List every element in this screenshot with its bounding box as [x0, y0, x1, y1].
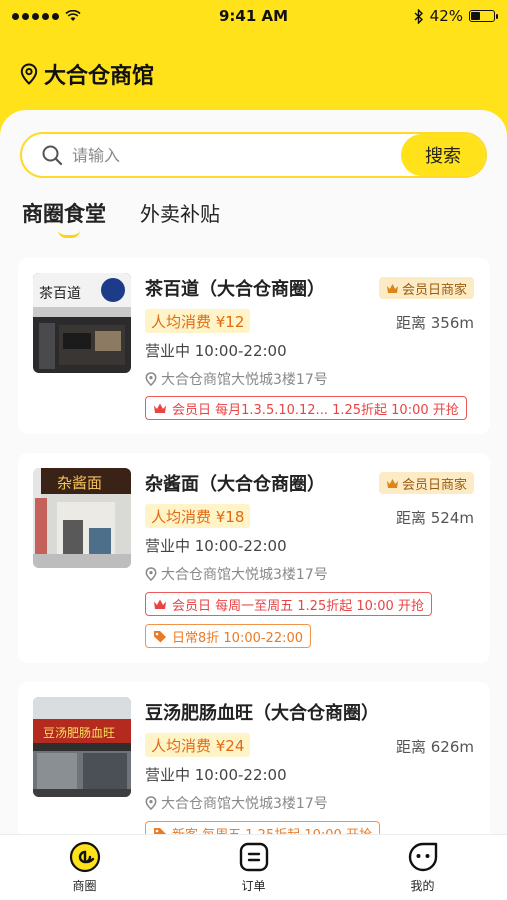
- member-day-promo[interactable]: 会员日 每月1.3.5.10.12... 1.25折起 10:00 开抢: [145, 396, 467, 420]
- average-price: 人均消费 ¥18: [145, 504, 251, 528]
- store-photo: 茶百道: [33, 273, 131, 373]
- tab-takeout-subsidy[interactable]: 外卖补贴: [140, 198, 220, 227]
- store-card[interactable]: 豆汤肥肠血旺 豆汤肥肠血旺（大合仓商圈） 人均消费 ¥24 距离 626m 营业…: [18, 682, 490, 845]
- store-address: 大合仓商馆大悦城3楼17号: [145, 564, 328, 584]
- address-pin-icon: [145, 796, 157, 810]
- vip-merchant-label: 会员日商家: [401, 477, 467, 493]
- opening-hours: 营业中 10:00-22:00: [145, 537, 287, 555]
- daily-discount-promo[interactable]: 日常8折 10:00-22:00: [145, 624, 312, 648]
- tabbar-item-profile[interactable]: 我的: [363, 841, 483, 894]
- store-name: 茶百道（大合仓商圈）: [145, 279, 325, 300]
- store-address: 大合仓商馆大悦城3楼17号: [145, 793, 328, 813]
- address-pin-icon: [145, 567, 157, 581]
- category-tabs: 商圈食堂 外卖补贴: [22, 198, 220, 238]
- search-input[interactable]: [72, 145, 401, 165]
- tag-icon: [154, 630, 166, 642]
- status-bar: 9:41 AM 42%: [0, 0, 507, 32]
- signal-icon: [12, 12, 59, 20]
- average-price: 人均消费 ¥24: [145, 733, 251, 757]
- store-address: 大合仓商馆大悦城3楼17号: [145, 369, 328, 389]
- wifi-icon: [65, 10, 81, 21]
- promo-text: 日常8折 10:00-22:00: [172, 630, 304, 646]
- svg-text:杂酱面: 杂酱面: [57, 474, 102, 492]
- tabbar-item-business-district[interactable]: 商圈: [25, 841, 145, 894]
- tab-takeout-label: 外卖补贴: [140, 202, 220, 226]
- opening-hours: 营业中 10:00-22:00: [145, 342, 287, 360]
- vip-merchant-badge: 会员日商家: [378, 472, 474, 494]
- location-selector[interactable]: 大合仓商馆: [20, 58, 154, 90]
- crown-icon: [154, 403, 166, 413]
- search-button[interactable]: 搜索: [401, 134, 485, 176]
- distance: 距离 356m: [395, 314, 474, 332]
- tab-canteen-label: 商圈食堂: [22, 202, 106, 226]
- order-icon: [239, 842, 268, 872]
- svg-text:豆汤肥肠血旺: 豆汤肥肠血旺: [43, 726, 115, 740]
- tabbar-label: 订单: [241, 879, 266, 893]
- store-name: 豆汤肥肠血旺（大合仓商圈）: [145, 703, 379, 724]
- crown-icon: [386, 478, 398, 488]
- battery-icon: [469, 10, 498, 22]
- vip-merchant-label: 会员日商家: [401, 282, 467, 298]
- tab-canteen[interactable]: 商圈食堂: [22, 198, 106, 238]
- store-address-text: 大合仓商馆大悦城3楼17号: [161, 796, 328, 812]
- promo-text: 会员日 每周一至周五 1.25折起 10:00 开抢: [172, 598, 424, 614]
- battery-percent: 42%: [429, 7, 463, 25]
- member-day-promo[interactable]: 会员日 每周一至周五 1.25折起 10:00 开抢: [145, 592, 432, 616]
- store-card[interactable]: 杂酱面 杂酱面（大合仓商圈） 会员日商家 人均消费 ¥18 距离 524m 营业…: [18, 453, 490, 663]
- bottom-tab-bar: 商圈 订单 我的: [0, 834, 507, 900]
- store-address-text: 大合仓商馆大悦城3楼17号: [161, 567, 328, 583]
- crown-icon: [154, 599, 166, 609]
- promo-text: 会员日 每月1.3.5.10.12... 1.25折起 10:00 开抢: [172, 402, 459, 418]
- average-price: 人均消费 ¥12: [145, 309, 251, 333]
- store-photo: 杂酱面: [33, 468, 131, 568]
- store-address-text: 大合仓商馆大悦城3楼17号: [161, 372, 328, 388]
- search-icon: [40, 143, 64, 167]
- vip-merchant-badge: 会员日商家: [378, 277, 474, 299]
- location-pin-icon: [20, 63, 38, 85]
- tabbar-label: 商圈: [72, 879, 97, 893]
- tabbar-label: 我的: [410, 879, 435, 893]
- opening-hours: 营业中 10:00-22:00: [145, 766, 287, 784]
- circle-logo-icon: [69, 841, 100, 873]
- store-name: 杂酱面（大合仓商圈）: [145, 474, 325, 495]
- location-title: 大合仓商馆: [44, 64, 155, 89]
- face-icon: [408, 842, 437, 872]
- distance: 距离 626m: [395, 738, 474, 756]
- store-card[interactable]: 茶百道 茶百道（大合仓商圈） 会员日商家 人均消费 ¥12 距离 356m 营业…: [18, 258, 490, 434]
- tabbar-item-orders[interactable]: 订单: [194, 841, 314, 894]
- store-photo: 豆汤肥肠血旺: [33, 697, 131, 797]
- distance: 距离 524m: [395, 509, 474, 527]
- bluetooth-icon: [414, 8, 423, 24]
- crown-icon: [386, 283, 398, 293]
- search-bar: 搜索: [20, 132, 487, 178]
- address-pin-icon: [145, 372, 157, 386]
- svg-text:茶百道: 茶百道: [39, 286, 81, 302]
